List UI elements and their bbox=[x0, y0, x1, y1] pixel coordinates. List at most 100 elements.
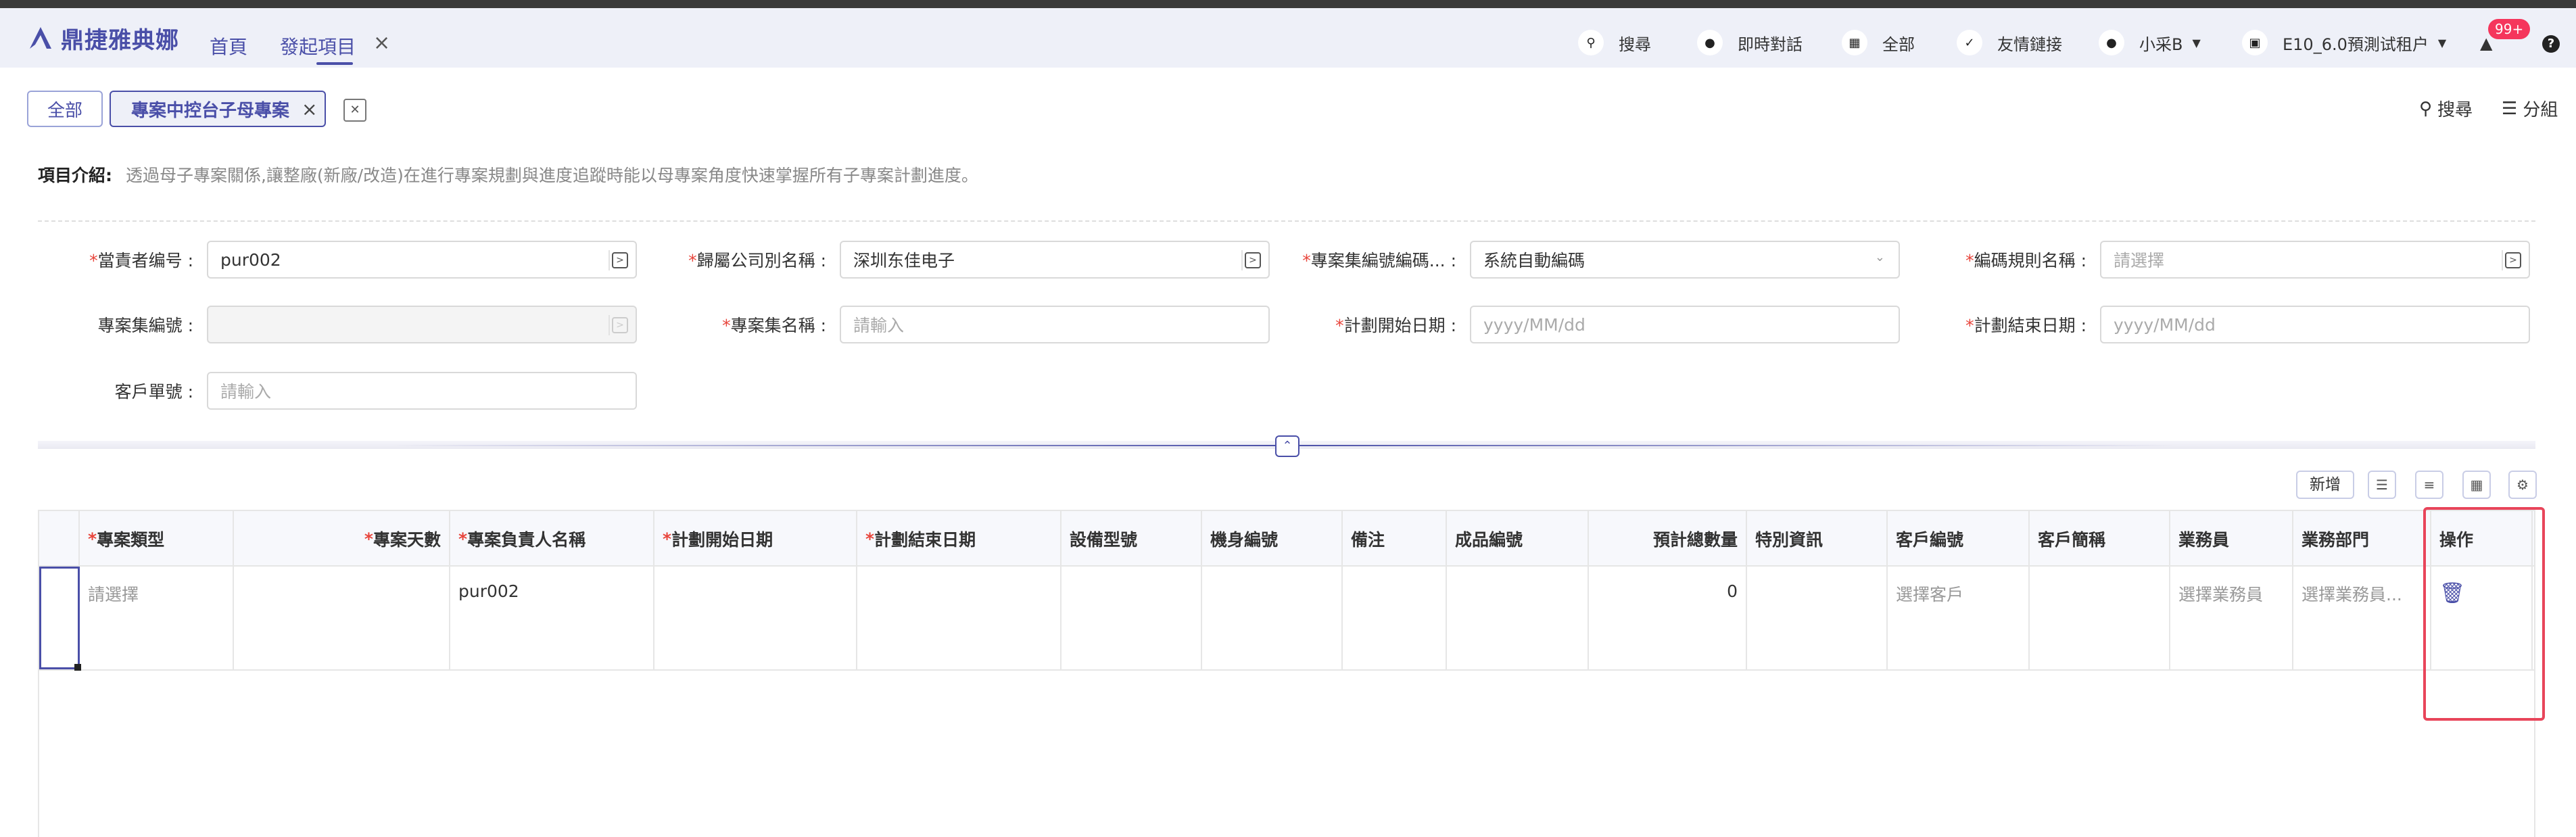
col-header-days[interactable]: * 專案天數 bbox=[234, 511, 450, 567]
cell-product[interactable] bbox=[1447, 567, 1589, 669]
cell-qty[interactable]: 0 bbox=[1589, 567, 1747, 669]
field-setname: *專案集名稱 : 請輸入 bbox=[671, 306, 1270, 343]
field-customer-no: 客戶單號 : 請輸入 bbox=[38, 372, 637, 410]
close-icon[interactable]: × bbox=[302, 98, 317, 120]
window-top-strip bbox=[0, 0, 2576, 8]
row-height-icon[interactable]: ≡ bbox=[2415, 471, 2443, 499]
fill-handle[interactable] bbox=[74, 664, 81, 671]
field-setno: 專案集編號 : > bbox=[38, 306, 637, 343]
header-links[interactable]: ✓ 友情鏈接 bbox=[1957, 30, 2062, 55]
setname-input[interactable]: 請輸入 bbox=[840, 306, 1270, 343]
col-header-qty[interactable]: 預計總數量 bbox=[1589, 511, 1747, 567]
header-tenant-label: E10_6.0預測试租户 bbox=[2283, 34, 2429, 54]
header-search-label: 搜尋 bbox=[1619, 34, 1651, 54]
lookup-icon[interactable]: > bbox=[609, 250, 630, 270]
coding-value: 系統自動編碼 bbox=[1483, 251, 1585, 270]
group-button[interactable]: ☰ 分組 bbox=[2502, 96, 2558, 121]
cell-owner-value: pur002 bbox=[458, 581, 519, 601]
cell-body[interactable] bbox=[1202, 567, 1343, 669]
user-icon: ● bbox=[2099, 30, 2124, 55]
header-user[interactable]: ● 小采B ▼ bbox=[2099, 30, 2201, 55]
setname-placeholder: 請輸入 bbox=[853, 316, 905, 335]
header-chat-label: 即時對話 bbox=[1738, 34, 1803, 54]
nav-close-icon[interactable]: × bbox=[373, 31, 390, 55]
col-header-sales[interactable]: 業務員 bbox=[2170, 511, 2293, 567]
close-all-tabs-icon[interactable]: ✕ bbox=[343, 99, 366, 122]
col-note-label: 備注 bbox=[1351, 530, 1385, 550]
cell-dept[interactable]: 選擇業務員... bbox=[2293, 567, 2431, 669]
tab-project-console[interactable]: 專案中控台子母專案 × bbox=[110, 91, 326, 127]
col-header-body[interactable]: 機身編號 bbox=[1202, 511, 1343, 567]
col-custabbr-label: 客戶簡稱 bbox=[2038, 530, 2106, 550]
gear-icon[interactable]: ⚙ bbox=[2508, 471, 2537, 499]
company-value: 深圳东佳电子 bbox=[853, 251, 955, 270]
cell-start[interactable] bbox=[654, 567, 857, 669]
owner-input[interactable]: pur002 > bbox=[207, 241, 637, 279]
col-header-type[interactable]: * 專案類型 bbox=[80, 511, 234, 567]
start-date-label: 計劃開始日期 bbox=[1343, 316, 1446, 335]
end-date-input[interactable]: yyyy/MM/dd bbox=[2100, 306, 2530, 343]
app-header: 鼎捷雅典娜 首頁 發起項目 × ⚲ 搜尋 ● 即時對話 ▦ 全部 ✓ 友情鏈接 … bbox=[0, 8, 2576, 68]
col-header-model[interactable]: 設備型號 bbox=[1062, 511, 1202, 567]
brand-logo[interactable]: 鼎捷雅典娜 bbox=[26, 23, 179, 54]
col-header-dept[interactable]: 業務部門 bbox=[2293, 511, 2431, 567]
add-row-button[interactable]: 新增 bbox=[2296, 471, 2354, 499]
col-custcode-label: 客戶編號 bbox=[1896, 530, 1964, 550]
cell-custabbr[interactable] bbox=[2030, 567, 2170, 669]
col-header-special[interactable]: 特別資訊 bbox=[1747, 511, 1888, 567]
rule-label: 編碼規則名稱 bbox=[1974, 251, 2076, 270]
header-search[interactable]: ⚲ 搜尋 bbox=[1578, 30, 1651, 55]
help-icon[interactable]: ? bbox=[2542, 35, 2560, 53]
col-start-label: 計劃開始日期 bbox=[671, 530, 773, 550]
cell-days[interactable] bbox=[234, 567, 450, 669]
field-company: *歸屬公司別名稱 : 深圳东佳电子 > bbox=[671, 241, 1270, 279]
tab-all[interactable]: 全部 bbox=[27, 91, 103, 127]
cell-note[interactable] bbox=[1343, 567, 1447, 669]
col-header-owner[interactable]: * 專案負責人名稱 bbox=[450, 511, 654, 567]
field-start-date: *計劃開始日期 : yyyy/MM/dd bbox=[1301, 306, 1900, 343]
lookup-icon[interactable]: > bbox=[1241, 250, 1263, 270]
col-header-end[interactable]: * 計劃結束日期 bbox=[857, 511, 1062, 567]
header-chat[interactable]: ● 即時對話 bbox=[1697, 30, 1803, 55]
col-header-start[interactable]: * 計劃開始日期 bbox=[654, 511, 857, 567]
cell-owner[interactable]: pur002 bbox=[450, 567, 654, 669]
column-settings-icon[interactable]: ☰ bbox=[2368, 471, 2396, 499]
col-product-label: 成品編號 bbox=[1455, 530, 1523, 550]
company-input[interactable]: 深圳东佳电子 > bbox=[840, 241, 1270, 279]
nav-start-project[interactable]: 發起項目 bbox=[280, 32, 356, 59]
rule-placeholder: 請選擇 bbox=[2114, 251, 2165, 270]
page-search-button[interactable]: ⚲ 搜尋 bbox=[2419, 96, 2473, 121]
col-header-custcode[interactable]: 客戶編號 bbox=[1888, 511, 2030, 567]
cell-model[interactable] bbox=[1062, 567, 1202, 669]
rule-input[interactable]: 請選擇 > bbox=[2100, 241, 2530, 279]
col-header-product[interactable]: 成品編號 bbox=[1447, 511, 1589, 567]
nav-home[interactable]: 首頁 bbox=[210, 32, 247, 59]
lookup-icon[interactable]: > bbox=[2502, 250, 2523, 270]
owner-value: pur002 bbox=[220, 249, 281, 270]
customer-no-input[interactable]: 請輸入 bbox=[207, 372, 637, 410]
page-search-label: 搜尋 bbox=[2437, 100, 2473, 120]
chevron-up-icon[interactable]: ⌃ bbox=[1275, 435, 1299, 457]
header-all-label: 全部 bbox=[1882, 34, 1915, 54]
col-header-custabbr[interactable]: 客戶簡稱 bbox=[2030, 511, 2170, 567]
cell-sales-value: 選擇業務員 bbox=[2178, 585, 2264, 604]
cell-type[interactable]: 請選擇 bbox=[80, 567, 234, 669]
header-tenant[interactable]: ▣ E10_6.0預測试租户 ▼ bbox=[2242, 30, 2446, 55]
header-all[interactable]: ▦ 全部 bbox=[1842, 30, 1915, 55]
col-owner-label: 專案負責人名稱 bbox=[467, 530, 586, 550]
coding-select[interactable]: 系統自動編碼 ⌄ bbox=[1470, 241, 1900, 279]
cell-sales[interactable]: 選擇業務員 bbox=[2170, 567, 2293, 669]
col-sales-label: 業務員 bbox=[2178, 530, 2230, 550]
col-header-note[interactable]: 備注 bbox=[1343, 511, 1447, 567]
nav-active-underline bbox=[316, 62, 353, 65]
cell-special[interactable] bbox=[1747, 567, 1888, 669]
bell-icon[interactable]: ▲ bbox=[2480, 34, 2492, 53]
freeze-columns-icon[interactable]: ▦ bbox=[2462, 471, 2491, 499]
header-user-label: 小采B bbox=[2139, 34, 2183, 54]
cell-custcode[interactable]: 選擇客戶 bbox=[1888, 567, 2030, 669]
building-icon: ▣ bbox=[2242, 30, 2268, 55]
start-date-input[interactable]: yyyy/MM/dd bbox=[1470, 306, 1900, 343]
notification-badge: 99+ bbox=[2488, 19, 2531, 39]
search-icon: ⚲ bbox=[2419, 98, 2433, 119]
cell-end[interactable] bbox=[857, 567, 1062, 669]
